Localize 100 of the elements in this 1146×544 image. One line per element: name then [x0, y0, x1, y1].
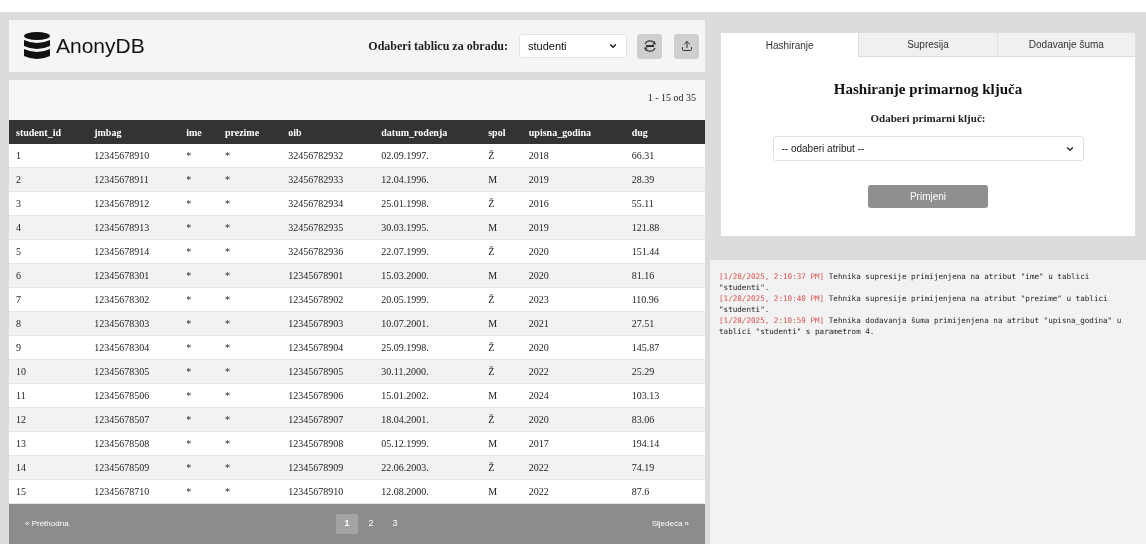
table-cell-text: 2020 — [528, 413, 550, 427]
table-cell-text: 12345678901 — [288, 269, 345, 283]
primary-key-label: Odaberi primarni ključ: — [870, 110, 986, 126]
table-cell-text: 12345678909 — [288, 461, 345, 475]
column-header: spol — [488, 125, 507, 140]
page-button[interactable]: 1 — [336, 514, 358, 534]
table-cell-text: * — [224, 317, 231, 331]
column-header: jmbag — [94, 125, 123, 140]
table-cell-text: * — [224, 485, 231, 499]
table-cell-text: 103.13 — [631, 389, 661, 403]
table-cell-text: 12345678914 — [94, 245, 151, 259]
table-select[interactable]: studenti — [519, 34, 627, 58]
table-cell-text: * — [186, 245, 193, 259]
table-cell-text: 32456782935 — [288, 221, 345, 235]
table-cell-text: * — [186, 485, 193, 499]
table-cell-text: 22.06.2003. — [381, 461, 430, 475]
table-cell-text: 9 — [16, 341, 22, 355]
table-cell-text: 2020 — [528, 341, 550, 355]
table-cell-text: 12345678910 — [94, 149, 151, 163]
table-cell-text: Ž — [488, 341, 496, 355]
table-cell-text: M — [488, 389, 499, 403]
attribute-select[interactable]: -- odaberi atribut -- — [772, 136, 1084, 161]
table-cell-text: * — [224, 437, 231, 451]
table-cell-text: 2022 — [528, 365, 550, 379]
tab[interactable]: Supresija — [858, 33, 997, 57]
table-cell-text: 2018 — [528, 149, 550, 163]
table-cell-text: 12345678507 — [94, 413, 151, 427]
table-cell-text: 11 — [16, 389, 27, 403]
table-cell-text: 30.11.2000. — [381, 365, 430, 379]
reset-button[interactable] — [637, 33, 662, 59]
table-cell-text: 2 — [16, 173, 22, 187]
table-cell-text: * — [186, 173, 193, 187]
table-cell-text: 2019 — [528, 221, 550, 235]
table-cell-text: M — [488, 173, 499, 187]
table-cell-text: 10 — [16, 365, 27, 379]
previous-link[interactable]: « Prethodna — [25, 518, 105, 530]
table-cell-text: 32456782933 — [288, 173, 345, 187]
table-cell-text: 6 — [16, 269, 22, 283]
table-cell-text: 15.03.2000. — [381, 269, 430, 283]
table-cell-text: 83.06 — [631, 413, 656, 427]
table-cell-text: 13 — [16, 437, 27, 451]
table-cell-text: Ž — [488, 149, 496, 163]
table-cell-text: 1 — [16, 149, 22, 163]
table-cell-text: * — [224, 221, 231, 235]
table-cell-text: * — [186, 197, 193, 211]
table-cell-text: M — [488, 269, 499, 283]
table-cell-text: Ž — [488, 365, 496, 379]
table-cell-text: 2020 — [528, 269, 550, 283]
table-cell-text: 12345678304 — [94, 341, 151, 355]
table-cell-text: Ž — [488, 461, 496, 475]
table-cell-text: 12345678710 — [94, 485, 151, 499]
table-cell-text: 2016 — [528, 197, 550, 211]
table-cell-text: 27.51 — [631, 317, 656, 331]
upload-icon — [680, 40, 693, 52]
table-cell-text: M — [488, 317, 499, 331]
panel-title: Hashiranje primarnog ključa — [833, 80, 1023, 99]
table-cell-text: 2024 — [528, 389, 550, 403]
table-cell-text: 12345678903 — [288, 317, 345, 331]
column-header: student_id — [16, 125, 62, 140]
page-button[interactable]: 2 — [360, 514, 382, 534]
table-cell-text: 12345678301 — [94, 269, 151, 283]
table-cell-text: 55.11 — [631, 197, 655, 211]
next-link[interactable]: Sljedeća » — [609, 518, 689, 530]
table-cell-text: * — [186, 341, 193, 355]
table-cell-text: 87.6 — [631, 485, 651, 499]
export-button[interactable] — [674, 33, 699, 59]
table-cell-text: * — [224, 293, 231, 307]
page-button[interactable]: 3 — [384, 514, 406, 534]
table-cell-text: * — [224, 173, 231, 187]
table-cell-text: 8 — [16, 317, 22, 331]
table-cell-text: 5 — [16, 245, 22, 259]
table-cell-text: 05.12.1999. — [381, 437, 430, 451]
table-select-label: Odaberi tablicu za obradu: — [368, 38, 508, 55]
table-cell-text: 121.88 — [631, 221, 661, 235]
column-header: datum_rodenja — [381, 125, 449, 140]
table-cell-text: 2019 — [528, 173, 550, 187]
tab[interactable]: Dodavanje šuma — [996, 33, 1135, 57]
table-cell-text: 12345678912 — [94, 197, 151, 211]
table-cell-text: M — [488, 485, 499, 499]
table-cell-text: 02.09.1997. — [381, 149, 430, 163]
table-cell-text: 12345678509 — [94, 461, 151, 475]
chevron-down-icon — [608, 41, 618, 51]
table-cell-text: 15 — [16, 485, 27, 499]
table-cell-text: * — [224, 197, 231, 211]
table-cell-text: 25.29 — [631, 365, 656, 379]
table-cell-text: 2022 — [528, 485, 550, 499]
table-cell-text: * — [186, 269, 193, 283]
table-cell-text: * — [224, 389, 231, 403]
app-logo-text: AnonyDB — [56, 33, 145, 60]
database-icon — [24, 32, 50, 60]
table-cell-text: * — [224, 365, 231, 379]
table-cell-text: 28.39 — [631, 173, 656, 187]
table-cell-text: 2020 — [528, 245, 550, 259]
table-cell-text: 22.07.1999. — [381, 245, 430, 259]
table-cell-text: 12345678904 — [288, 341, 345, 355]
table-cell-text: 74.19 — [631, 461, 656, 475]
table-cell-text: 32456782934 — [288, 197, 345, 211]
table-cell-text: * — [186, 149, 193, 163]
table-cell-text: 145.87 — [631, 341, 661, 355]
table-cell-text: * — [224, 413, 231, 427]
